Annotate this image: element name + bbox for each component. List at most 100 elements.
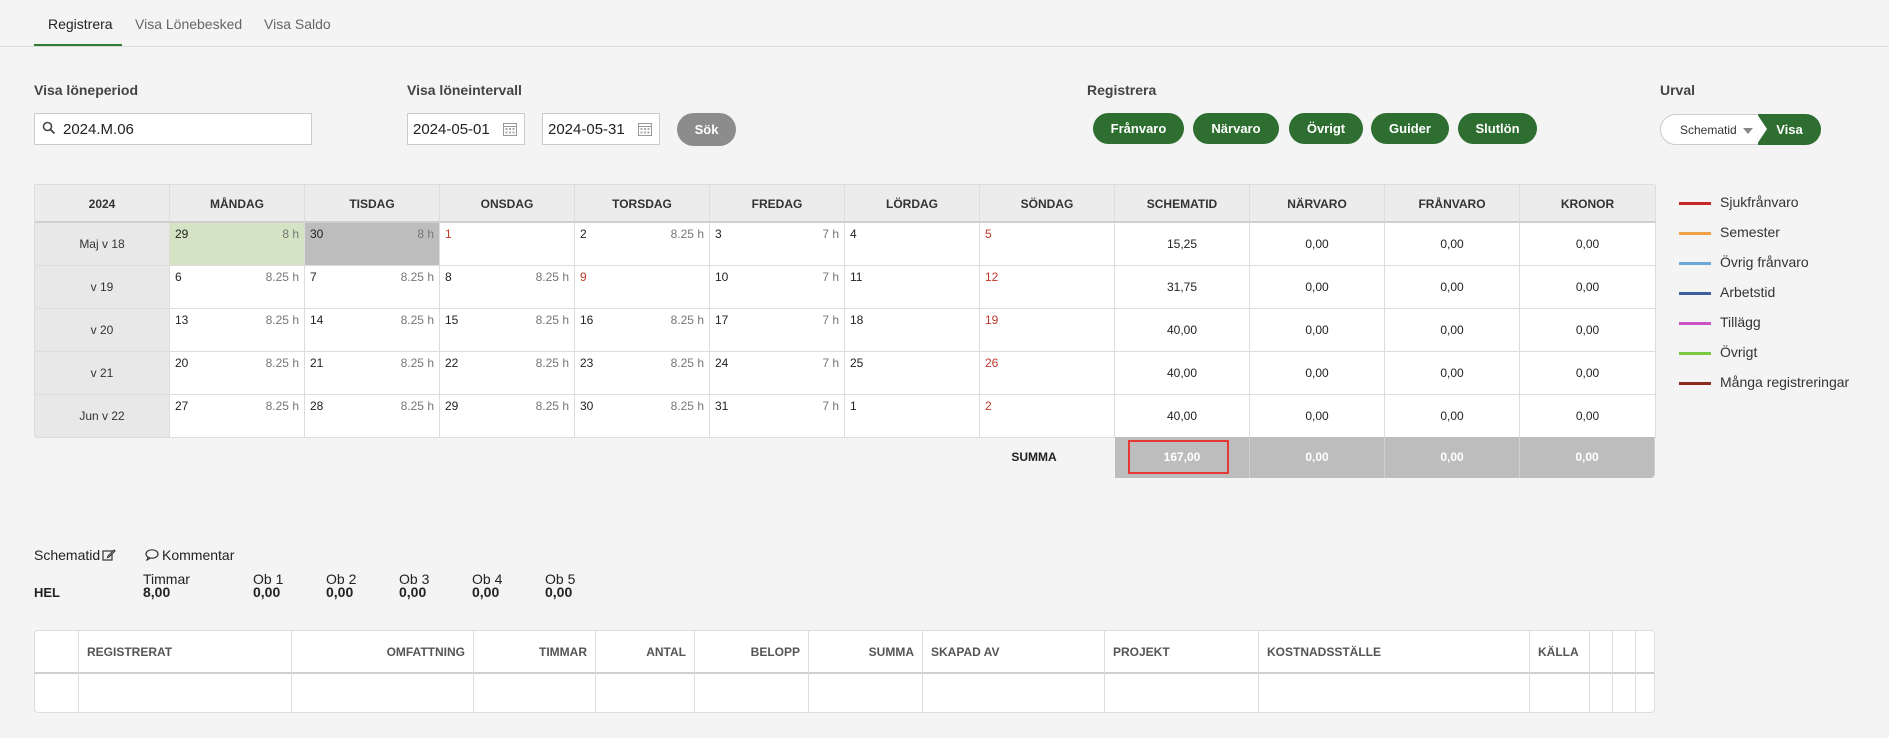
guider-button[interactable]: Guider	[1371, 113, 1449, 144]
week-narvaro-value: 0,00	[1250, 309, 1385, 352]
day-cell[interactable]: 2 8.25 h	[575, 223, 710, 266]
day-cell[interactable]: 7 8.25 h	[305, 266, 440, 309]
day-number: 11	[850, 270, 863, 284]
column-header-timmar[interactable]: TIMMAR	[474, 631, 596, 674]
column-header-omfattning[interactable]: OMFATTNING	[292, 631, 474, 674]
week-narvaro-value: 0,00	[1250, 266, 1385, 309]
day-cell[interactable]: 1	[845, 395, 980, 438]
column-header-extra-2[interactable]	[1613, 631, 1636, 674]
ob4-value: 0,00	[472, 584, 500, 600]
narvaro-button[interactable]: Närvaro	[1193, 113, 1279, 144]
column-header-kostnadsstalle[interactable]: KOSTNADSSTÄLLE	[1259, 631, 1530, 674]
urval-select[interactable]: Schematid	[1660, 114, 1758, 145]
day-cell[interactable]: 22 8.25 h	[440, 352, 575, 395]
legend-label: Sjukfrånvaro	[1720, 194, 1799, 210]
column-header-extra-3[interactable]	[1636, 631, 1654, 674]
header-franvaro: FRÅNVARO	[1385, 185, 1520, 223]
sok-button[interactable]: Sök	[677, 113, 736, 146]
calendar-grid: 2024 MÅNDAG TISDAG ONSDAG TORSDAG FREDAG LÖRDA…	[34, 184, 1656, 438]
day-number: 1	[445, 227, 452, 241]
day-cell[interactable]: 13 8.25 h	[170, 309, 305, 352]
day-cell[interactable]: 28 8.25 h	[305, 395, 440, 438]
day-cell[interactable]: 20 8.25 h	[170, 352, 305, 395]
kommentar-link[interactable]: Kommentar	[162, 547, 234, 563]
day-cell[interactable]: 10 7 h	[710, 266, 845, 309]
day-cell[interactable]: 12	[980, 266, 1115, 309]
day-cell[interactable]: 17 7 h	[710, 309, 845, 352]
tab-visa-saldo[interactable]: Visa Saldo	[264, 16, 331, 32]
column-header-skapad-av[interactable]: SKAPAD AV	[923, 631, 1105, 674]
day-number: 29	[175, 227, 189, 241]
day-cell[interactable]: 11	[845, 266, 980, 309]
day-number: 20	[175, 356, 189, 370]
day-number: 12	[985, 270, 999, 284]
franvaro-button[interactable]: Frånvaro	[1093, 113, 1184, 144]
edit-icon[interactable]	[102, 548, 116, 562]
table-cell	[596, 674, 695, 712]
column-header-projekt[interactable]: PROJEKT	[1105, 631, 1259, 674]
date-to-input[interactable]: 2024-05-31	[542, 113, 660, 145]
day-hours: 8 h	[417, 227, 434, 241]
urval-label: Urval	[1660, 82, 1696, 98]
day-cell[interactable]: 19	[980, 309, 1115, 352]
visa-button[interactable]: Visa	[1757, 114, 1821, 145]
day-number: 28	[310, 399, 324, 413]
day-hours: 8.25 h	[265, 313, 299, 327]
day-cell[interactable]: 4	[845, 223, 980, 266]
summa-narvaro: 0,00	[1250, 437, 1385, 478]
ovrigt-button[interactable]: Övrigt	[1289, 113, 1363, 144]
loneintervall-label: Visa löneintervall	[407, 82, 522, 98]
day-cell[interactable]: 18	[845, 309, 980, 352]
day-cell[interactable]: 1	[440, 223, 575, 266]
day-number: 5	[985, 227, 992, 241]
day-cell[interactable]: 16 8.25 h	[575, 309, 710, 352]
day-cell[interactable]: 3 7 h	[710, 223, 845, 266]
column-header-belopp[interactable]: BELOPP	[695, 631, 809, 674]
day-cell[interactable]: 14 8.25 h	[305, 309, 440, 352]
day-cell[interactable]: 2	[980, 395, 1115, 438]
column-header-kalla[interactable]: KÄLLA	[1530, 631, 1590, 674]
tab-bar: Registrera Visa Lönebesked Visa Saldo	[0, 0, 1889, 47]
header-schematid: SCHEMATID	[1115, 185, 1250, 223]
tab-visa-lonebesked[interactable]: Visa Lönebesked	[135, 16, 242, 32]
day-hours: 8.25 h	[400, 270, 434, 284]
table-cell	[1590, 674, 1613, 712]
day-cell[interactable]: 5	[980, 223, 1115, 266]
column-header-select[interactable]	[35, 631, 79, 674]
day-cell[interactable]: 23 8.25 h	[575, 352, 710, 395]
day-cell[interactable]: 25	[845, 352, 980, 395]
calendar-icon[interactable]	[637, 121, 653, 137]
day-cell[interactable]: 9	[575, 266, 710, 309]
day-cell[interactable]: 6 8.25 h	[170, 266, 305, 309]
calendar-icon[interactable]	[502, 121, 518, 137]
ob5-value: 0,00	[545, 584, 573, 600]
day-cell[interactable]: 30 8.25 h	[575, 395, 710, 438]
day-cell[interactable]: 26	[980, 352, 1115, 395]
day-cell[interactable]: 29 8.25 h	[440, 395, 575, 438]
day-cell[interactable]: 29 8 h	[170, 223, 305, 266]
day-number: 10	[715, 270, 729, 284]
column-header-registrerat[interactable]: REGISTRERAT	[79, 631, 292, 674]
day-cell[interactable]: 27 8.25 h	[170, 395, 305, 438]
day-cell[interactable]: 30 8 h	[305, 223, 440, 266]
day-cell[interactable]: 31 7 h	[710, 395, 845, 438]
day-number: 14	[310, 313, 324, 327]
column-header-extra-1[interactable]	[1590, 631, 1613, 674]
header-onsdag: ONSDAG	[440, 185, 575, 223]
day-number: 13	[175, 313, 189, 327]
day-cell[interactable]: 8 8.25 h	[440, 266, 575, 309]
slutlon-button[interactable]: Slutlön	[1458, 113, 1537, 144]
tab-registrera[interactable]: Registrera	[48, 16, 113, 32]
loneperiod-input[interactable]: 2024.M.06	[34, 113, 312, 145]
day-cell[interactable]: 21 8.25 h	[305, 352, 440, 395]
column-header-summa[interactable]: SUMMA	[809, 631, 923, 674]
day-cell[interactable]: 24 7 h	[710, 352, 845, 395]
date-from-input[interactable]: 2024-05-01	[407, 113, 525, 145]
legend-color-swatch	[1679, 352, 1711, 355]
day-number: 9	[580, 270, 587, 284]
day-cell[interactable]: 15 8.25 h	[440, 309, 575, 352]
day-number: 2	[985, 399, 992, 413]
week-narvaro-value: 0,00	[1250, 395, 1385, 438]
column-header-antal[interactable]: ANTAL	[596, 631, 695, 674]
legend-label: Övrigt	[1720, 344, 1758, 360]
